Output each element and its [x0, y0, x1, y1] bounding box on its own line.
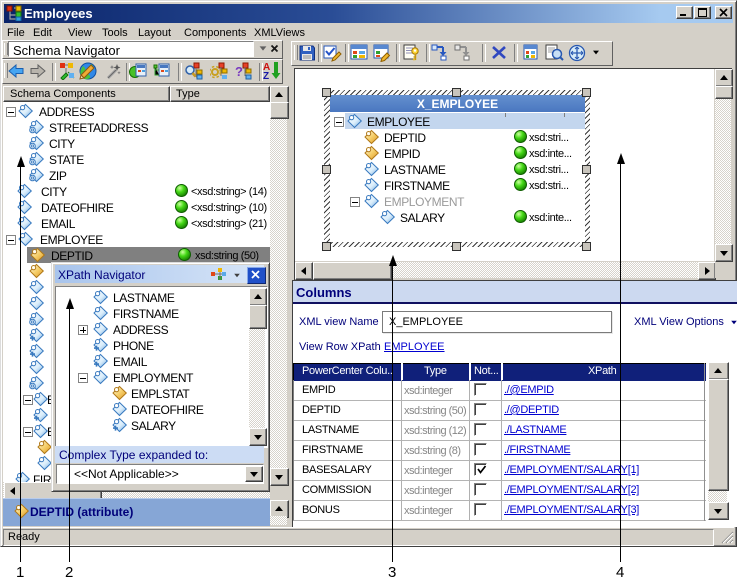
svg-text:?: ?	[235, 64, 243, 79]
svg-text:Z: Z	[263, 71, 269, 80]
